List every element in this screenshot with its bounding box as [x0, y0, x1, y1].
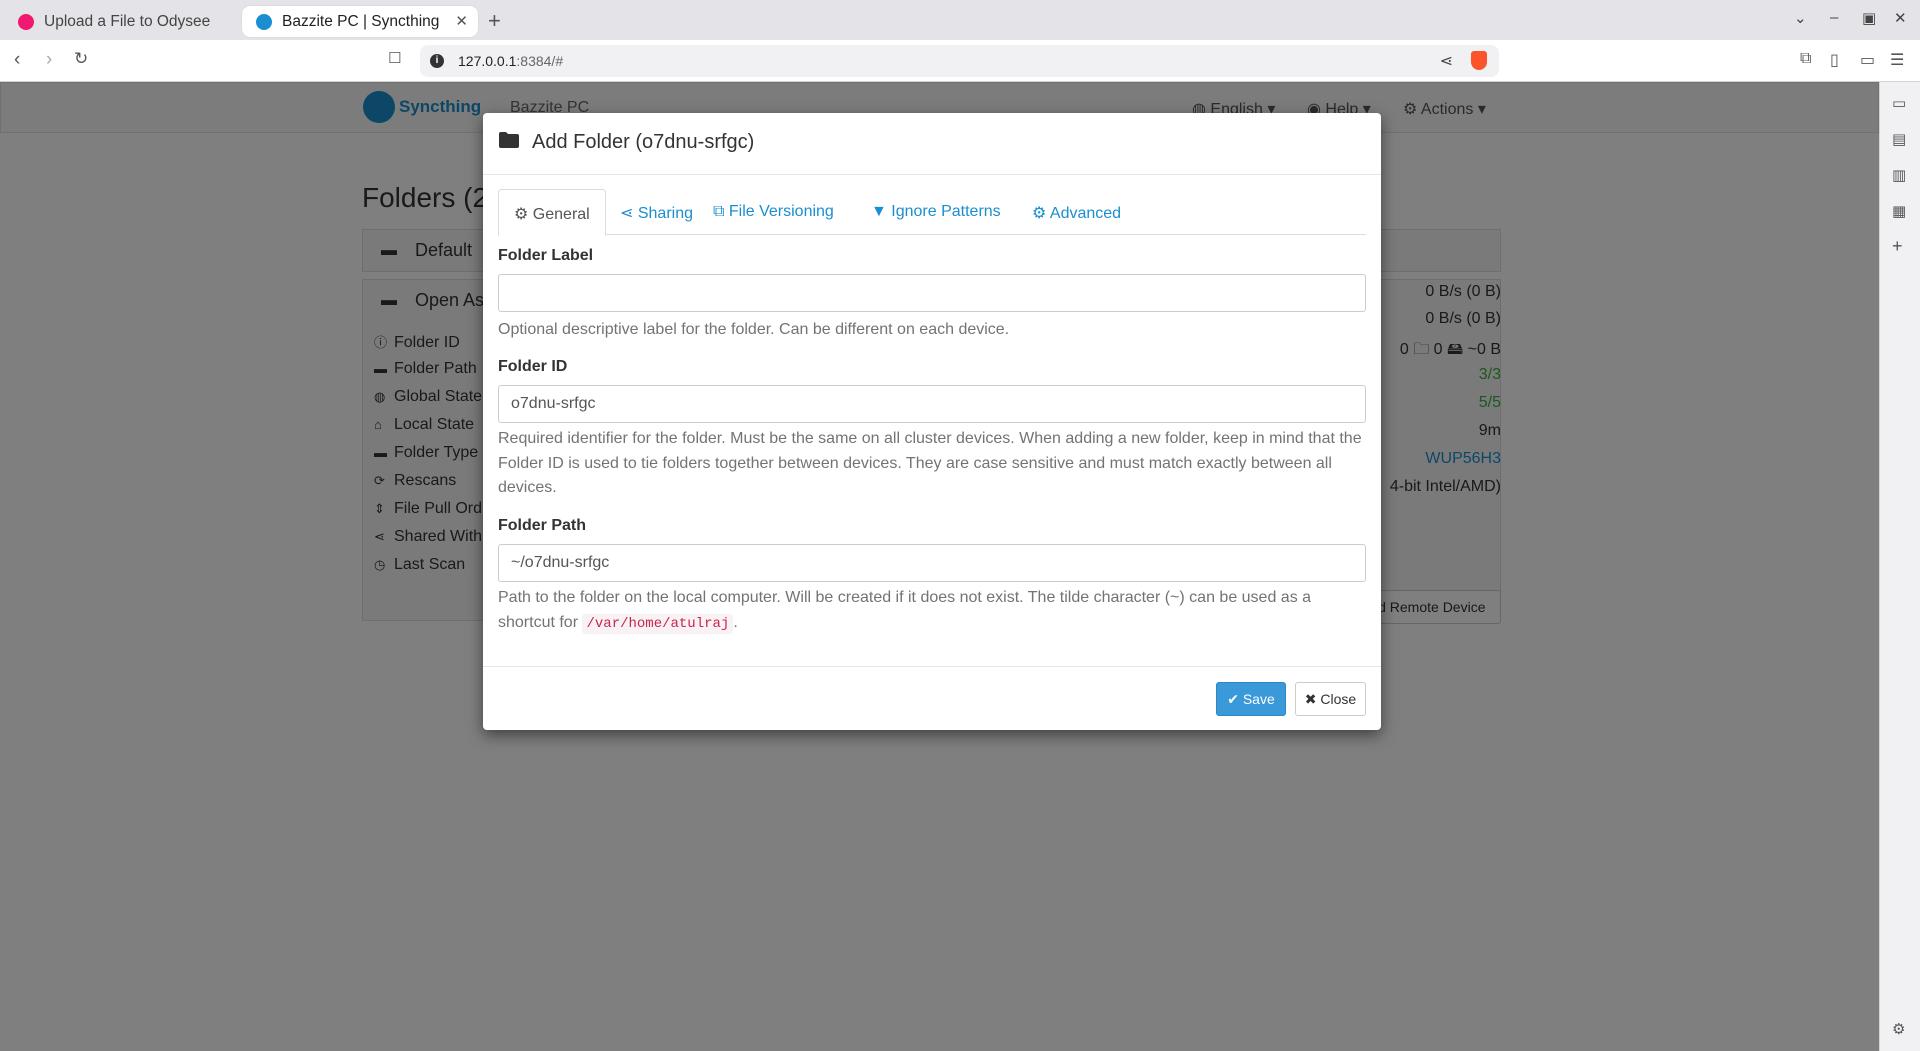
maximize-icon[interactable]: ▣ — [1862, 9, 1876, 27]
modal-footer: ✔ Save ✖ Close — [483, 666, 1381, 730]
url-text: 127.0.0.1:8384/# — [458, 53, 564, 69]
browser-tab-syncthing[interactable]: Bazzite PC | Syncthing ✕ — [242, 6, 478, 37]
folder-path-help: Path to the folder on the local computer… — [498, 589, 1312, 634]
share-icon[interactable]: ⋖ — [1440, 51, 1453, 71]
add-sidebar-item-icon[interactable]: + — [1892, 236, 1903, 257]
save-button[interactable]: ✔ Save — [1216, 682, 1286, 716]
tab-file-versioning[interactable]: ⧉ File Versioning — [713, 189, 834, 235]
site-info-icon[interactable]: i — [430, 54, 444, 68]
cogs-icon: ⚙ — [1032, 205, 1050, 222]
browser-tab-strip: Upload a File to Odysee Bazzite PC | Syn… — [0, 0, 1920, 40]
browser-sidebar: ▭ ▤ ▥ ▦ + ⚙ — [1879, 82, 1920, 1051]
folder-id-label: Folder ID — [498, 358, 568, 375]
back-icon[interactable]: ‹ — [14, 49, 20, 71]
minimize-icon[interactable]: – — [1830, 9, 1838, 26]
odysee-favicon-icon — [18, 13, 34, 30]
copy-icon: ⧉ — [713, 203, 729, 220]
modal-header: Add Folder (o7dnu-srfgc) — [483, 113, 1381, 175]
folder-id-help: Required identifier for the folder. Must… — [498, 430, 1362, 496]
window-close-icon[interactable]: ✕ — [1894, 9, 1907, 27]
close-tab-icon[interactable]: ✕ — [455, 12, 468, 30]
folder-path-label: Folder Path — [498, 517, 587, 534]
filter-icon: ▼ — [871, 203, 892, 220]
syncthing-favicon-icon — [256, 13, 272, 30]
folder-path-input[interactable] — [498, 544, 1366, 582]
sidebar-toggle-icon[interactable]: ▯ — [1830, 50, 1839, 70]
browser-toolbar: ‹ › ↻ ☐ i 127.0.0.1:8384/# ⋖ ⧉ ▯ ▭ ☰ — [0, 40, 1920, 82]
browser-tab-odysee[interactable]: Upload a File to Odysee — [4, 6, 240, 37]
wallet-sidebar-icon[interactable]: ▤ — [1892, 130, 1906, 148]
brave-shields-icon[interactable] — [1471, 51, 1487, 70]
extensions-icon[interactable]: ⧉ — [1800, 50, 1811, 68]
folder-label-input[interactable] — [498, 274, 1366, 312]
home-path-code: /var/home/atulraj — [582, 613, 734, 634]
tab-list-chevron-icon[interactable]: ⌄ — [1794, 9, 1807, 27]
tab-sharing[interactable]: ⋖ Sharing — [620, 189, 693, 235]
gear-icon: ⚙ — [514, 206, 533, 223]
share-icon: ⋖ — [620, 205, 638, 222]
check-icon: ✔ — [1227, 691, 1243, 707]
folder-id-input[interactable] — [498, 385, 1366, 423]
leo-icon[interactable]: ▭ — [1892, 94, 1906, 112]
tab-ignore-patterns[interactable]: ▼ Ignore Patterns — [871, 189, 1001, 235]
folder-label-label: Folder Label — [498, 247, 594, 264]
folder-tabs: ⚙ General ⋖ Sharing ⧉ File Versioning ▼ … — [498, 189, 1366, 236]
folder-label-help: Optional descriptive label for the folde… — [498, 321, 1010, 338]
forward-icon[interactable]: › — [46, 49, 52, 71]
close-button[interactable]: ✖ Close — [1295, 682, 1366, 716]
tab-title: Upload a File to Odysee — [44, 12, 211, 30]
menu-icon[interactable]: ☰ — [1890, 50, 1904, 70]
add-folder-dialog: Add Folder (o7dnu-srfgc) ⚙ General ⋖ Sha… — [483, 113, 1381, 730]
bookmark-icon[interactable]: ☐ — [388, 49, 401, 67]
tab-advanced[interactable]: ⚙ Advanced — [1032, 189, 1121, 235]
sidebar-settings-icon[interactable]: ⚙ — [1892, 1020, 1905, 1038]
bookmarks-sidebar-icon[interactable]: ▥ — [1892, 166, 1906, 184]
reading-list-icon[interactable]: ▦ — [1892, 202, 1906, 220]
tab-general[interactable]: ⚙ General — [498, 189, 606, 236]
reload-icon[interactable]: ↻ — [74, 49, 88, 69]
modal-title: Add Folder (o7dnu-srfgc) — [532, 131, 755, 153]
new-tab-icon[interactable]: + — [488, 8, 501, 34]
wallet-icon[interactable]: ▭ — [1860, 50, 1875, 70]
close-icon: ✖ — [1304, 691, 1321, 707]
address-bar[interactable]: i 127.0.0.1:8384/# ⋖ — [420, 45, 1499, 77]
tab-title: Bazzite PC | Syncthing — [282, 12, 440, 30]
folder-icon — [499, 132, 519, 148]
